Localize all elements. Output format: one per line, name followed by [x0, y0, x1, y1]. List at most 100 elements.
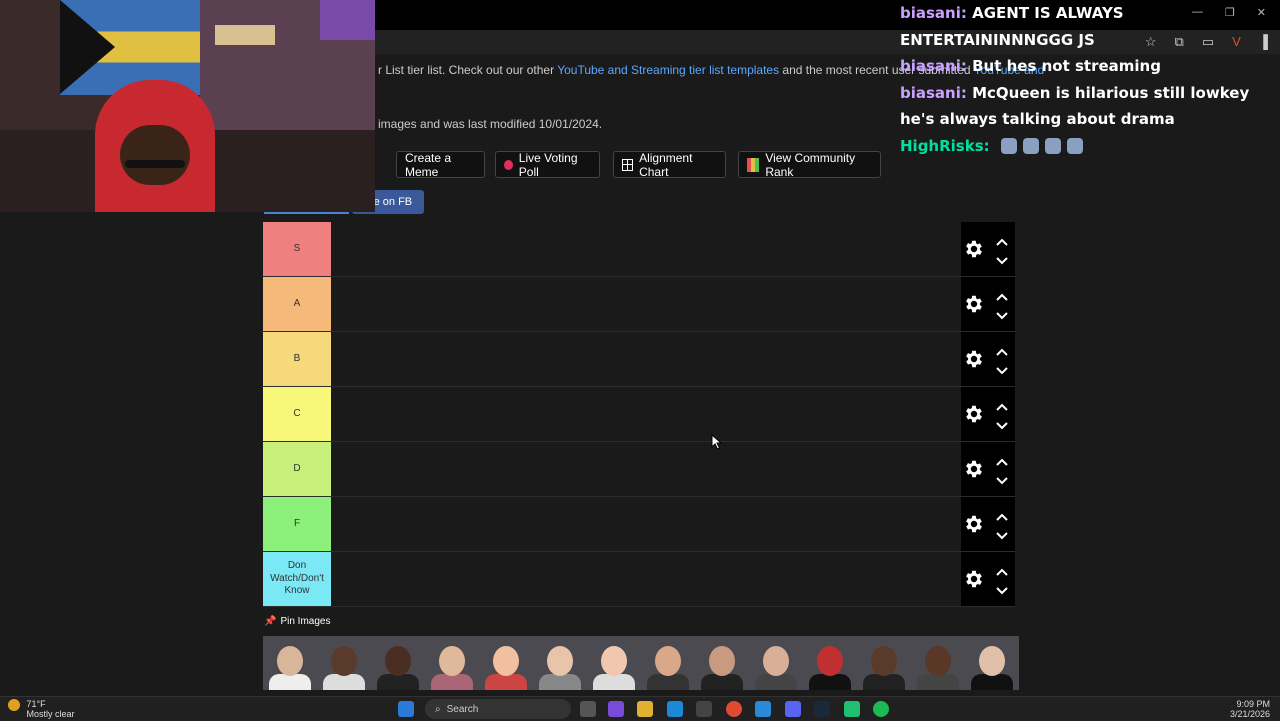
chevron-up-icon[interactable] — [996, 234, 1008, 246]
chevron-up-icon[interactable] — [996, 399, 1008, 411]
start-icon[interactable] — [398, 701, 414, 717]
discord-icon[interactable] — [785, 701, 801, 717]
tier-label[interactable]: C — [263, 387, 331, 441]
app-icon[interactable] — [844, 701, 860, 717]
chevron-up-icon[interactable] — [996, 564, 1008, 576]
chrome-icon[interactable] — [726, 701, 742, 717]
chevron-up-icon[interactable] — [996, 454, 1008, 466]
tier-label[interactable]: S — [263, 222, 331, 276]
creator-thumbnail[interactable] — [857, 636, 911, 690]
chevron-down-icon[interactable] — [996, 583, 1008, 595]
tier-list: S A B C D F Don Watch/Don't Know — [263, 222, 1015, 607]
chevron-down-icon[interactable] — [996, 253, 1008, 265]
chevron-up-icon[interactable] — [996, 509, 1008, 521]
tier-label[interactable]: A — [263, 277, 331, 331]
chevron-down-icon[interactable] — [996, 528, 1008, 540]
gear-icon[interactable] — [963, 403, 985, 425]
gear-icon[interactable] — [963, 238, 985, 260]
gear-icon[interactable] — [963, 348, 985, 370]
tier-row: B — [263, 332, 1015, 387]
chat-username[interactable]: biasani: — [900, 57, 967, 75]
creator-thumbnail[interactable] — [695, 636, 749, 690]
chevron-up-icon[interactable] — [996, 289, 1008, 301]
creator-thumbnail[interactable] — [479, 636, 533, 690]
creator-thumbnail[interactable] — [371, 636, 425, 690]
spotify-icon[interactable] — [873, 701, 889, 717]
chat-message: he's always talking about drama — [900, 106, 1280, 133]
gear-icon[interactable] — [963, 513, 985, 535]
tier-controls — [961, 387, 1015, 441]
thumbnail-face — [601, 646, 627, 676]
photos-icon[interactable] — [755, 701, 771, 717]
pin-images-label: Pin Images — [280, 616, 331, 627]
chat-username[interactable]: HighRisks: — [900, 137, 990, 155]
tier-controls — [961, 497, 1015, 551]
steam-icon[interactable] — [814, 701, 830, 717]
taskbar-search[interactable]: ⌕ Search — [425, 699, 571, 719]
creator-thumbnail[interactable] — [533, 636, 587, 690]
creator-thumbnail[interactable] — [317, 636, 371, 690]
thumbnail-body — [917, 674, 959, 690]
chevron-up-icon[interactable] — [996, 344, 1008, 356]
thumbnail-body — [485, 674, 527, 690]
weather-widget[interactable]: 71°F Mostly clear — [8, 699, 75, 719]
thumbnail-body — [269, 674, 311, 690]
thumbnail-face — [925, 646, 951, 676]
creator-thumbnail[interactable] — [965, 636, 1019, 690]
file-explorer-icon[interactable] — [637, 701, 653, 717]
tier-drop-zone[interactable] — [331, 332, 961, 386]
tier-label[interactable]: D — [263, 442, 331, 496]
tier-row: S — [263, 222, 1015, 277]
thumbnail-face — [547, 646, 573, 676]
tier-drop-zone[interactable] — [331, 387, 961, 441]
copilot-icon[interactable] — [608, 701, 624, 717]
alignment-chart-button[interactable]: Alignment Chart — [613, 151, 726, 179]
creator-thumbnail[interactable] — [263, 636, 317, 690]
live-poll-label: Live Voting Poll — [518, 150, 578, 179]
live-voting-poll-button[interactable]: Live Voting Poll — [495, 150, 600, 179]
tier-row: Don Watch/Don't Know — [263, 552, 1015, 607]
mouse-cursor-icon — [711, 434, 723, 450]
system-clock[interactable]: 9:09 PM 3/21/2026 — [1230, 699, 1270, 719]
stream-chat: biasani: AGENT IS ALWAYS ENTERTAININNNGG… — [900, 0, 1280, 159]
creator-thumbnail[interactable] — [641, 636, 695, 690]
thumbnail-face — [331, 646, 357, 676]
weather-condition: Mostly clear — [26, 709, 75, 719]
tier-drop-zone[interactable] — [331, 277, 961, 331]
creator-thumbnail[interactable] — [749, 636, 803, 690]
chevron-down-icon[interactable] — [996, 308, 1008, 320]
chevron-down-icon[interactable] — [996, 363, 1008, 375]
tier-drop-zone[interactable] — [331, 442, 961, 496]
creator-thumbnail[interactable] — [587, 636, 641, 690]
view-community-rank-button[interactable]: View Community Rank — [738, 150, 881, 179]
thumbnail-face — [871, 646, 897, 676]
creator-thumbnail[interactable] — [425, 636, 479, 690]
webcam-overlay — [0, 0, 375, 212]
search-label: Search — [446, 703, 479, 715]
gear-icon[interactable] — [963, 293, 985, 315]
chevron-down-icon[interactable] — [996, 418, 1008, 430]
youtube-templates-link[interactable]: YouTube and Streaming tier list template… — [557, 63, 779, 77]
pin-images-header[interactable]: 📌 Pin Images — [264, 616, 330, 627]
chat-username[interactable]: biasani: — [900, 84, 967, 102]
tier-label[interactable]: Don Watch/Don't Know — [263, 552, 331, 606]
tier-row: F — [263, 497, 1015, 552]
tier-row: D — [263, 442, 1015, 497]
community-rank-label: View Community Rank — [765, 150, 856, 179]
store-icon[interactable] — [696, 701, 712, 717]
tier-drop-zone[interactable] — [331, 497, 961, 551]
task-view-icon[interactable] — [580, 701, 596, 717]
chat-username[interactable]: biasani: — [900, 4, 967, 22]
create-meme-button[interactable]: Create a Meme — [396, 151, 485, 179]
tier-label[interactable]: F — [263, 497, 331, 551]
creator-thumbnail[interactable] — [911, 636, 965, 690]
chevron-down-icon[interactable] — [996, 473, 1008, 485]
tier-label[interactable]: B — [263, 332, 331, 386]
tier-drop-zone[interactable] — [331, 222, 961, 276]
tier-drop-zone[interactable] — [331, 552, 961, 606]
edge-icon[interactable] — [667, 701, 683, 717]
gear-icon[interactable] — [963, 568, 985, 590]
gear-icon[interactable] — [963, 458, 985, 480]
creator-thumbnail[interactable] — [803, 636, 857, 690]
thumbnail-face — [817, 646, 843, 676]
